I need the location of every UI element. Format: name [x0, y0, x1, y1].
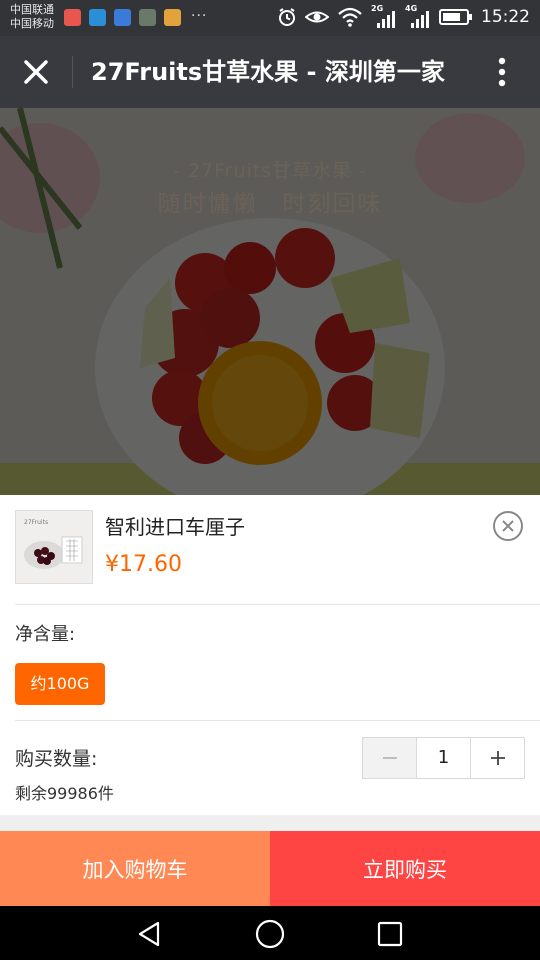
carrier-info: 中国联通 中国移动 [10, 3, 54, 31]
home-button[interactable] [254, 918, 286, 950]
dismiss-button[interactable] [492, 510, 524, 542]
stock-remaining: 剩余99986件 [15, 784, 114, 803]
carrier-1: 中国联通 [10, 3, 54, 16]
cherry-image: 27Fruits [16, 511, 92, 583]
signal-2g-icon: 2G [371, 4, 397, 28]
notification-icons: ··· [64, 9, 207, 26]
navigation-bar [0, 906, 540, 960]
close-circle-icon [493, 511, 523, 541]
product-thumbnail: 27Fruits [15, 510, 93, 584]
close-icon [24, 60, 48, 84]
weather-icon [114, 9, 131, 26]
title-divider [72, 56, 73, 88]
gallery-icon [139, 9, 156, 26]
increase-button[interactable] [470, 738, 524, 778]
svg-text:27Fruits: 27Fruits [24, 519, 48, 526]
quantity-label: 购买数量: [15, 748, 98, 770]
wifi-icon [338, 7, 362, 27]
mail-icon [64, 9, 81, 26]
recents-square-icon [377, 921, 403, 947]
bank-icon [164, 9, 181, 26]
banner-slogan: 随时慵懒 时刻回味 [157, 191, 383, 217]
home-circle-icon [255, 919, 285, 949]
decrease-button[interactable] [363, 738, 417, 778]
battery-icon [439, 9, 472, 25]
page-title: 27Fruits甘草水果 - 深圳第一家 [91, 58, 445, 86]
more-vertical-icon [498, 57, 506, 87]
signal-4g-icon: 4G [405, 4, 431, 28]
back-triangle-icon [138, 921, 160, 947]
app-icon [89, 9, 106, 26]
clock: 15:22 [481, 7, 530, 27]
back-button[interactable] [134, 918, 166, 950]
product-price: ¥17.60 [105, 552, 182, 577]
banner-subtitle: - 27Fruits甘草水果 - [173, 160, 367, 182]
eye-icon [305, 11, 329, 23]
sheet-bottom-gap [0, 815, 540, 831]
alarm-icon [279, 8, 295, 26]
buy-now-button[interactable]: 立即购买 [270, 831, 540, 906]
carrier-2: 中国移动 [10, 17, 54, 30]
divider [15, 604, 540, 605]
recents-button[interactable] [374, 918, 406, 950]
divider [15, 720, 540, 721]
spec-label: 净含量: [15, 624, 76, 645]
spec-option-100g[interactable]: 约100G [15, 663, 105, 705]
purchase-actions: 加入购物车 立即购买 [0, 831, 540, 906]
minus-icon [382, 757, 397, 759]
title-bar: 27Fruits甘草水果 - 深圳第一家 [0, 36, 540, 108]
more-notifications: ··· [191, 8, 208, 24]
add-to-cart-button[interactable]: 加入购物车 [0, 831, 270, 906]
more-options-button[interactable] [482, 52, 522, 92]
shop-banner: - 27Fruits甘草水果 - 随时慵懒 时刻回味 [0, 108, 540, 495]
quantity-input[interactable]: 1 [417, 738, 470, 778]
quantity-stepper: 1 [362, 737, 525, 779]
product-name: 智利进口车厘子 [105, 515, 245, 539]
product-options-sheet: 27Fruits 智利进口车厘子 ¥17.60 净含量: 约100G 购买数量:… [0, 495, 540, 831]
close-button[interactable] [14, 50, 58, 94]
system-status: 2G 4G 15:22 [277, 4, 530, 28]
status-bar: 中国联通 中国移动 ··· 2G 4G 15:22 [0, 0, 540, 36]
plus-icon [490, 751, 505, 765]
